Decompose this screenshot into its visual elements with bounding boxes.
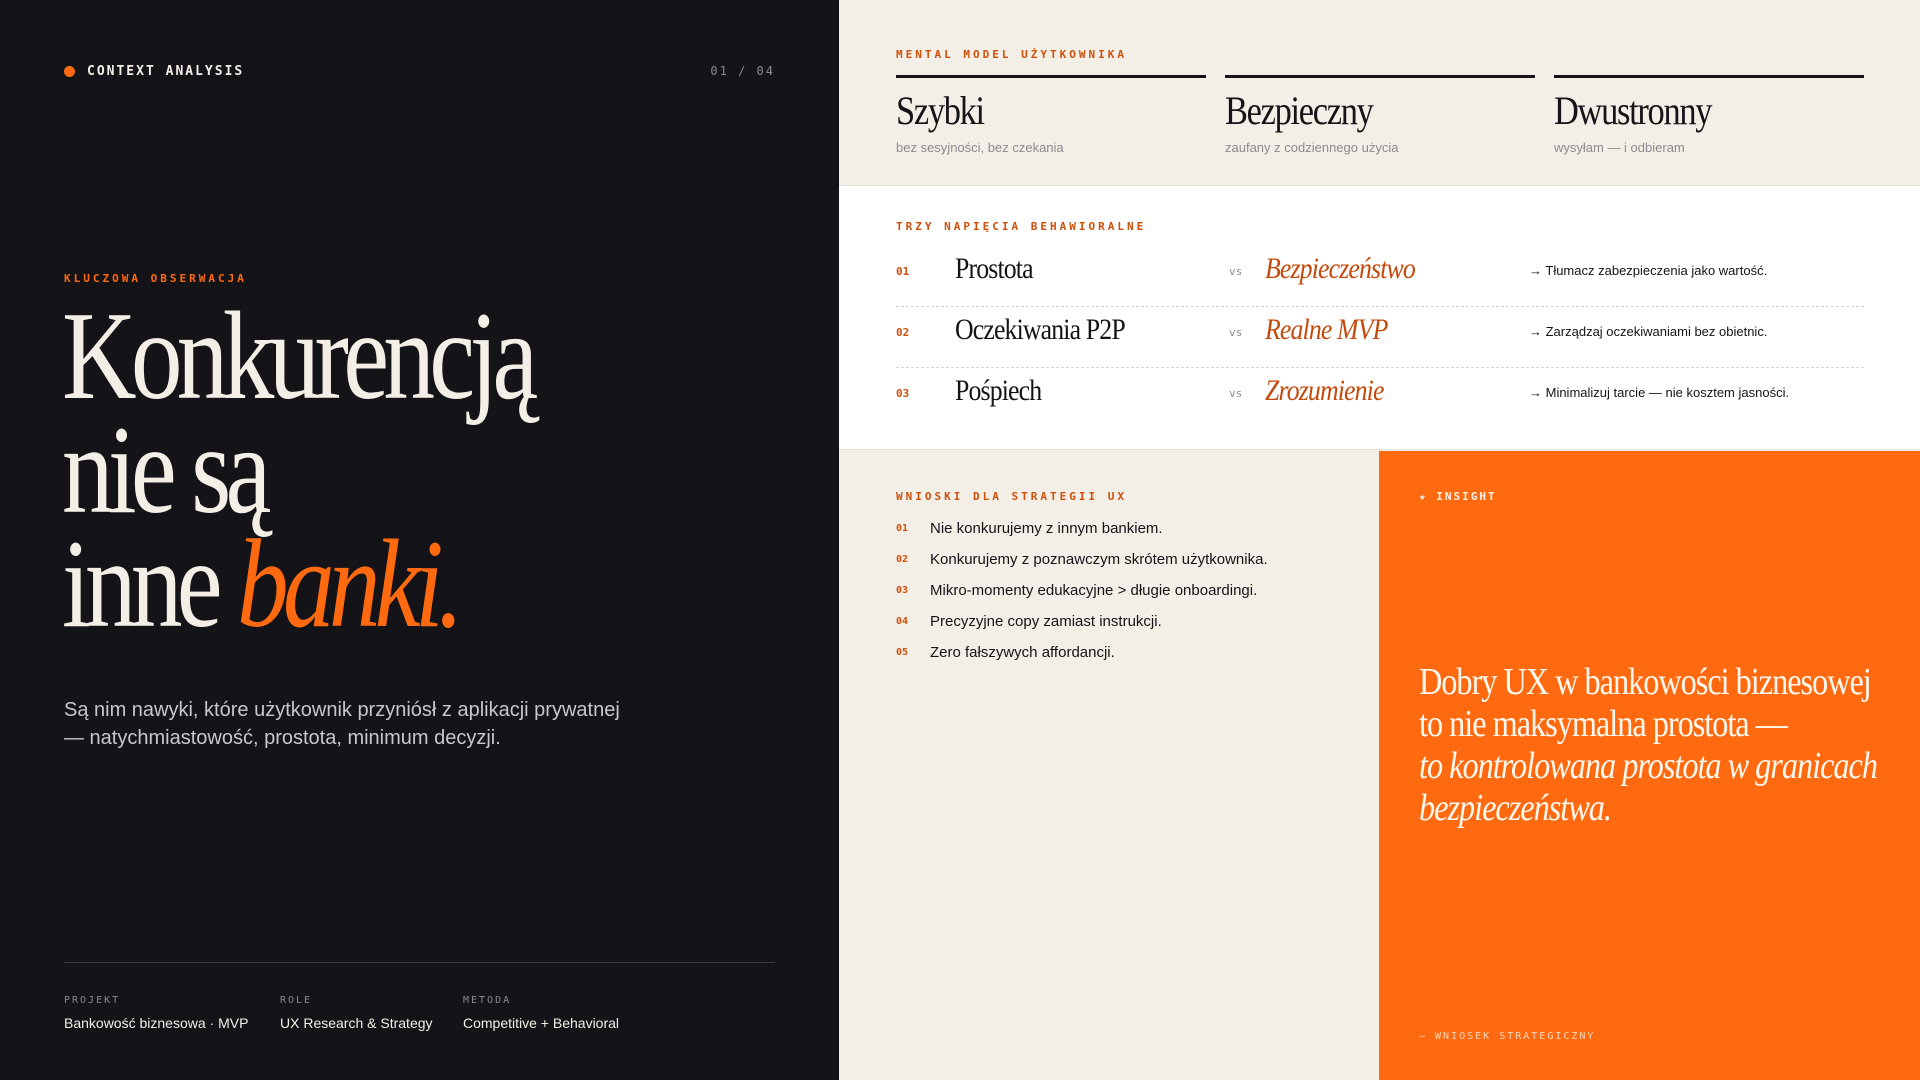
strategy-section: WNIOSKI DLA STRATEGII UX 01 Nie konkuruj…	[839, 451, 1379, 1080]
insight-tag: ★ INSIGHT	[1419, 490, 1497, 503]
meta-label: PROJEKT	[64, 995, 121, 1006]
tension-action: → Zarządzaj oczekiwaniami bez obietnic.	[1529, 324, 1768, 339]
insight-quote-italic: to kontrolowana prostota w granicach bez…	[1419, 745, 1878, 829]
list-item-number: 05	[896, 647, 909, 658]
lead-paragraph: Są nim nawyki, które użytkownik przyniós…	[64, 699, 620, 749]
mental-model-item: Dwustronny wysyłam — i odbieram	[1554, 75, 1864, 155]
list-item-number: 01	[896, 523, 909, 534]
orange-dot-icon	[64, 66, 75, 77]
tensions-section: TRZY NAPIĘCIA BEHAWIORALNE 01 Prostota v…	[839, 185, 1920, 450]
list-item-number: 02	[896, 554, 909, 565]
mental-model-title: Bezpieczny	[1225, 88, 1374, 133]
section-label: TRZY NAPIĘCIA BEHAWIORALNE	[896, 220, 1147, 233]
main-headline: Konkurencją nie są inne banki.	[62, 294, 538, 648]
divider	[64, 962, 775, 963]
list-item: 05 Zero fałszywych affordancji.	[896, 644, 1115, 661]
tension-side-a: Oczekiwania P2P	[955, 313, 1126, 346]
mental-model-title: Szybki	[896, 88, 985, 133]
tension-side-a: Prostota	[955, 252, 1034, 285]
page-indicator: 01 / 04	[710, 64, 775, 78]
mental-model-item: Szybki bez sesyjności, bez czekania	[896, 75, 1206, 155]
meta-project: PROJEKT Bankowość biznesowa · MVP	[64, 995, 248, 1031]
tension-number: 02	[896, 326, 910, 339]
meta-value: Bankowość biznesowa · MVP	[64, 1015, 249, 1031]
list-item-number: 03	[896, 585, 909, 596]
insight-quote-plain: Dobry UX w bankowości biznesowej to nie …	[1419, 661, 1872, 745]
tension-action: → Minimalizuj tarcie — nie kosztem jasno…	[1529, 385, 1790, 400]
tension-row: 03 Pośpiech vs Zrozumienie → Minimalizuj…	[896, 368, 1864, 429]
tension-vs: vs	[1229, 326, 1243, 339]
meta-method: METODA Competitive + Behavioral	[463, 995, 619, 1031]
context-label-text: CONTEXT ANALYSIS	[87, 64, 245, 79]
tension-side-b: Realne MVP	[1265, 313, 1388, 346]
meta-role: ROLE UX Research & Strategy	[280, 995, 433, 1031]
tension-side-a: Pośpiech	[955, 374, 1042, 407]
mental-model-subtitle: bez sesyjności, bez czekania	[896, 140, 1064, 155]
key-observation-label: KLUCZOWA OBSERWACJA	[64, 272, 247, 285]
tension-side-b: Bezpieczeństwo	[1265, 252, 1416, 285]
list-item: 01 Nie konkurujemy z innym bankiem.	[896, 520, 1163, 537]
meta-label: METODA	[463, 995, 512, 1006]
tension-vs: vs	[1229, 265, 1243, 278]
mental-model-title: Dwustronny	[1554, 88, 1712, 133]
insight-quote: Dobry UX w bankowości biznesowej to nie …	[1419, 661, 1878, 829]
list-item-text: Mikro-momenty edukacyjne > długie onboar…	[930, 582, 1258, 599]
section-label: WNIOSKI DLA STRATEGII UX	[896, 490, 1127, 503]
list-item-text: Precyzyjne copy zamiast instrukcji.	[930, 613, 1162, 630]
tension-row: 02 Oczekiwania P2P vs Realne MVP → Zarzą…	[896, 307, 1864, 368]
list-item: 02 Konkurujemy z poznawczym skrótem użyt…	[896, 551, 1268, 568]
mental-model-section: MENTAL MODEL UŻYTKOWNIKA Szybki bez sesy…	[839, 0, 1920, 185]
list-item-text: Zero fałszywych affordancji.	[930, 644, 1115, 661]
mental-model-subtitle: wysyłam — i odbieram	[1554, 140, 1685, 155]
list-item-text: Nie konkurujemy z innym bankiem.	[930, 520, 1163, 537]
insight-footer: — WNIOSEK STRATEGICZNY	[1419, 1031, 1596, 1042]
tension-row: 01 Prostota vs Bezpieczeństwo → Tłumacz …	[896, 246, 1864, 307]
left-panel: CONTEXT ANALYSIS 01 / 04 KLUCZOWA OBSERW…	[0, 0, 839, 1080]
context-label: CONTEXT ANALYSIS	[64, 64, 244, 79]
tension-vs: vs	[1229, 387, 1243, 400]
meta-value: Competitive + Behavioral	[463, 1015, 620, 1031]
mental-model-item: Bezpieczny zaufany z codziennego użycia	[1225, 75, 1535, 155]
list-item: 03 Mikro-momenty edukacyjne > długie onb…	[896, 582, 1257, 599]
tension-number: 01	[896, 265, 910, 278]
meta-value: UX Research & Strategy	[280, 1015, 433, 1031]
tension-action: → Tłumacz zabezpieczenia jako wartość.	[1529, 263, 1768, 278]
insight-card: ★ INSIGHT Dobry UX w bankowości biznesow…	[1379, 451, 1920, 1080]
tension-number: 03	[896, 387, 910, 400]
headline-accent: banki.	[237, 515, 464, 654]
headline-line-3: inne	[62, 515, 223, 654]
tension-side-b: Zrozumienie	[1265, 374, 1384, 407]
list-item-text: Konkurujemy z poznawczym skrótem użytkow…	[930, 551, 1268, 568]
list-item: 04 Precyzyjne copy zamiast instrukcji.	[896, 613, 1162, 630]
mental-model-subtitle: zaufany z codziennego użycia	[1225, 140, 1399, 155]
list-item-number: 04	[896, 616, 909, 627]
section-label: MENTAL MODEL UŻYTKOWNIKA	[896, 48, 1127, 61]
meta-label: ROLE	[280, 995, 313, 1006]
